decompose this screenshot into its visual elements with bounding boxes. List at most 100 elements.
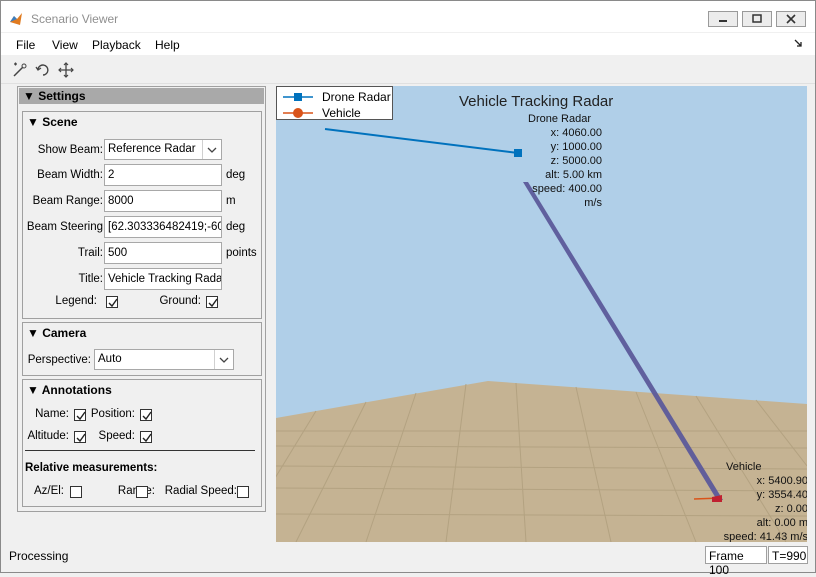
trail-unit: points (226, 247, 257, 259)
beam-steering-unit: deg (226, 221, 246, 233)
beam-range-unit: m (226, 195, 236, 207)
scenario-viewer-window: Scenario Viewer File View Playback Help (0, 0, 816, 577)
frame-counter: Frame 100 (705, 546, 767, 577)
show-beam-select[interactable]: Reference Radar (104, 139, 222, 160)
settings-panel: ▼ Settings ▼ Scene Show Beam: Reference … (17, 86, 266, 512)
drone-y: y: 1000.00 (550, 141, 602, 153)
trail-label: Trail: (77, 247, 103, 259)
menu-view[interactable]: View (52, 38, 78, 52)
altitude-checkbox[interactable] (74, 431, 86, 443)
speed-checkbox[interactable] (140, 431, 152, 443)
drone-name-label: Drone Radar (528, 113, 591, 125)
scene-group: ▼ Scene Show Beam: Reference Radar Beam … (22, 111, 262, 319)
drone-z: z: 5000.00 (550, 155, 602, 167)
maximize-button[interactable] (742, 11, 772, 27)
plot-legend: Drone Radar Vehicle (276, 86, 393, 120)
annotations-group-title[interactable]: ▼ Annotations (27, 383, 112, 397)
checkmark-icon (142, 433, 152, 443)
name-label: Name: (35, 408, 69, 420)
close-button[interactable] (776, 11, 806, 27)
relative-measurements-title: Relative measurements: (25, 462, 158, 474)
vehicle-alt: alt: 0.00 m (756, 517, 807, 529)
window-title: Scenario Viewer (31, 12, 119, 26)
title-field[interactable]: Vehicle Tracking Radar (104, 268, 222, 290)
perspective-value: Auto (98, 353, 122, 365)
show-beam-value: Reference Radar (108, 143, 196, 155)
vehicle-y: y: 3554.40 (756, 489, 807, 501)
scene-group-title[interactable]: ▼ Scene (27, 115, 78, 129)
show-beam-label: Show Beam: (37, 144, 103, 156)
legend-vehicle: Vehicle (322, 106, 361, 120)
menu-playback[interactable]: Playback (92, 38, 141, 52)
minimize-button[interactable] (708, 11, 738, 27)
azel-checkbox[interactable] (70, 486, 82, 498)
camera-group: ▼ Camera Perspective: Auto (22, 322, 262, 376)
trail-field[interactable]: 500 (104, 242, 222, 264)
ground-label: Ground: (159, 295, 201, 307)
position-checkbox[interactable] (140, 409, 152, 421)
title-bar: Scenario Viewer (1, 1, 815, 32)
beam-range-field[interactable]: 8000 (104, 190, 222, 212)
plot-title: Vehicle Tracking Radar (459, 93, 614, 110)
perspective-label: Perspective: (27, 354, 91, 366)
checkmark-icon (208, 298, 218, 308)
status-bar: Processing Frame 100 T=990 (1, 544, 815, 577)
add-actor-icon[interactable] (11, 61, 29, 79)
beam-width-unit: deg (226, 169, 246, 181)
menu-bar: File View Playback Help (1, 33, 815, 55)
drone-alt: alt: 5.00 km (545, 169, 602, 181)
rotate-icon[interactable] (34, 61, 52, 79)
radial-speed-label: Radial Speed: (164, 485, 237, 497)
legend-symbols (283, 93, 313, 118)
annotations-group: ▼ Annotations Name: Position: Altitude: … (22, 379, 262, 507)
chevron-down-icon (202, 140, 221, 159)
status-text: Processing (9, 549, 69, 563)
beam-steering-field[interactable]: [62.303336482419;-60.0 (104, 216, 222, 238)
drone-annotation: x: 4060.00 y: 1000.00 z: 5000.00 alt: 5.… (516, 126, 602, 210)
beam-width-label: Beam Width: (37, 169, 103, 181)
vehicle-z: z: 0.00 (774, 503, 807, 515)
settings-header[interactable]: ▼ Settings (19, 88, 264, 104)
annotations-divider (25, 450, 255, 451)
beam-range-label: Beam Range: (32, 195, 103, 207)
vehicle-name-label: Vehicle (726, 461, 762, 473)
time-display: T=990 (768, 546, 808, 564)
scenario-plot[interactable]: Drone Radar Vehicle Vehicle Tracking Rad… (276, 86, 807, 542)
vehicle-speed: speed: 41.43 m/s (723, 531, 807, 542)
chevron-down-icon (214, 350, 233, 369)
drone-x: x: 4060.00 (550, 127, 602, 139)
drone-speed: speed: 400.00 m/s (532, 183, 602, 209)
checkmark-icon (108, 298, 118, 308)
toolbar (1, 57, 815, 84)
altitude-label: Altitude: (27, 430, 69, 442)
beam-steering-label: Beam Steering (26, 221, 103, 233)
minimize-icon (719, 20, 727, 22)
drone-trail (324, 128, 519, 154)
ground-checkbox[interactable] (206, 296, 218, 308)
dock-arrow-icon[interactable] (794, 39, 803, 48)
matlab-app-icon (10, 13, 22, 25)
azel-label: Az/El: (33, 485, 64, 497)
speed-label: Speed: (98, 430, 135, 442)
position-label: Position: (90, 408, 135, 420)
perspective-select[interactable]: Auto (94, 349, 234, 370)
checkmark-icon (76, 433, 86, 443)
legend-label: Legend: (55, 295, 97, 307)
beam-width-field[interactable]: 2 (104, 164, 222, 186)
vehicle-annotation: x: 5400.90 y: 3554.40 z: 0.00 alt: 0.00 … (716, 474, 807, 542)
radial-speed-checkbox[interactable] (237, 486, 249, 498)
legend-drone-radar: Drone Radar (322, 90, 391, 104)
pan-icon[interactable] (57, 61, 75, 79)
checkmark-icon (142, 411, 152, 421)
menu-help[interactable]: Help (155, 38, 180, 52)
maximize-icon (752, 14, 762, 23)
settings-header-label: Settings (38, 89, 86, 103)
title-label: Title: (78, 273, 104, 285)
name-checkbox[interactable] (74, 409, 86, 421)
menu-file[interactable]: File (16, 38, 35, 52)
legend-checkbox[interactable] (106, 296, 118, 308)
vehicle-x: x: 5400.90 (756, 475, 807, 487)
range-checkbox[interactable] (136, 486, 148, 498)
camera-group-title[interactable]: ▼ Camera (27, 326, 86, 340)
close-icon (786, 14, 796, 24)
